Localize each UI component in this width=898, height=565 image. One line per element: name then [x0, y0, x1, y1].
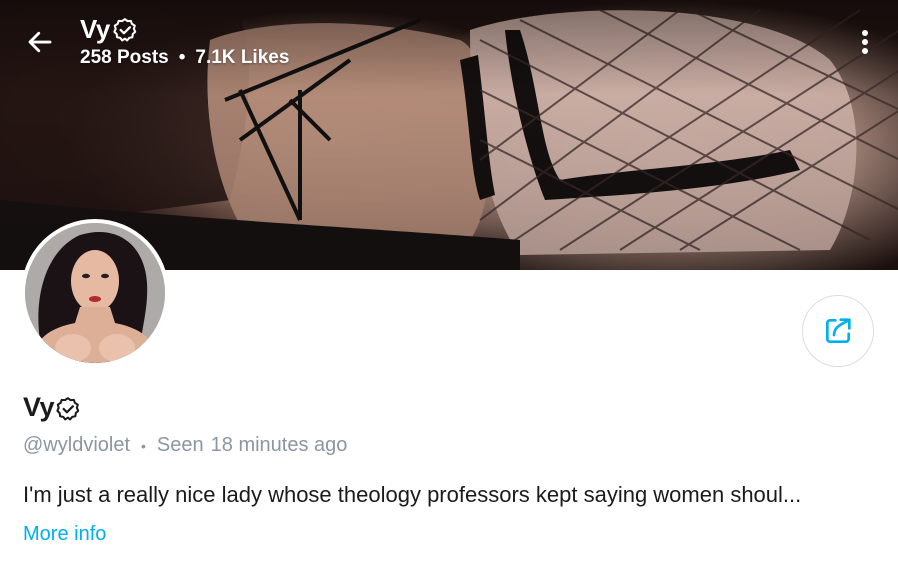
seen-time: 18 minutes ago: [210, 434, 348, 456]
header-title: Vy: [80, 14, 110, 44]
arrow-left-icon: [28, 31, 52, 53]
verified-badge-icon: [56, 396, 80, 420]
stats-separator: •: [178, 47, 186, 68]
back-button[interactable]: [20, 24, 60, 60]
username: @wyldviolet: [23, 434, 131, 456]
header-title-block: Vy 258 Posts • 7.1K Likes: [80, 14, 289, 69]
header-stats: 258 Posts • 7.1K Likes: [80, 47, 289, 69]
posts-label: Posts: [116, 47, 169, 68]
profile-bio: I'm just a really nice lady whose theolo…: [23, 482, 802, 507]
share-icon: [826, 318, 851, 343]
meta-separator: •: [141, 437, 146, 454]
avatar[interactable]: [21, 219, 169, 367]
avatar-photo-art: [25, 223, 165, 363]
more-vertical-icon: [862, 30, 868, 54]
top-bar: Vy 258 Posts • 7.1K Likes: [0, 0, 898, 90]
more-info-link[interactable]: More info: [23, 523, 106, 546]
more-options-button[interactable]: [848, 24, 882, 60]
verified-badge-icon: [113, 18, 137, 42]
posts-count: 258: [80, 47, 112, 68]
profile-page: Vy 258 Posts • 7.1K Likes Vy @wyldviolet…: [0, 0, 898, 565]
profile-name-row: Vy: [23, 392, 81, 423]
profile-meta: @wyldviolet • Seen 18 minutes ago: [23, 434, 347, 457]
avatar-image: [25, 223, 165, 363]
likes-count: 7.1K: [195, 47, 236, 68]
share-button[interactable]: [802, 295, 874, 367]
seen-label: Seen: [156, 434, 204, 456]
likes-label: Likes: [240, 47, 290, 68]
profile-name: Vy: [23, 392, 55, 422]
